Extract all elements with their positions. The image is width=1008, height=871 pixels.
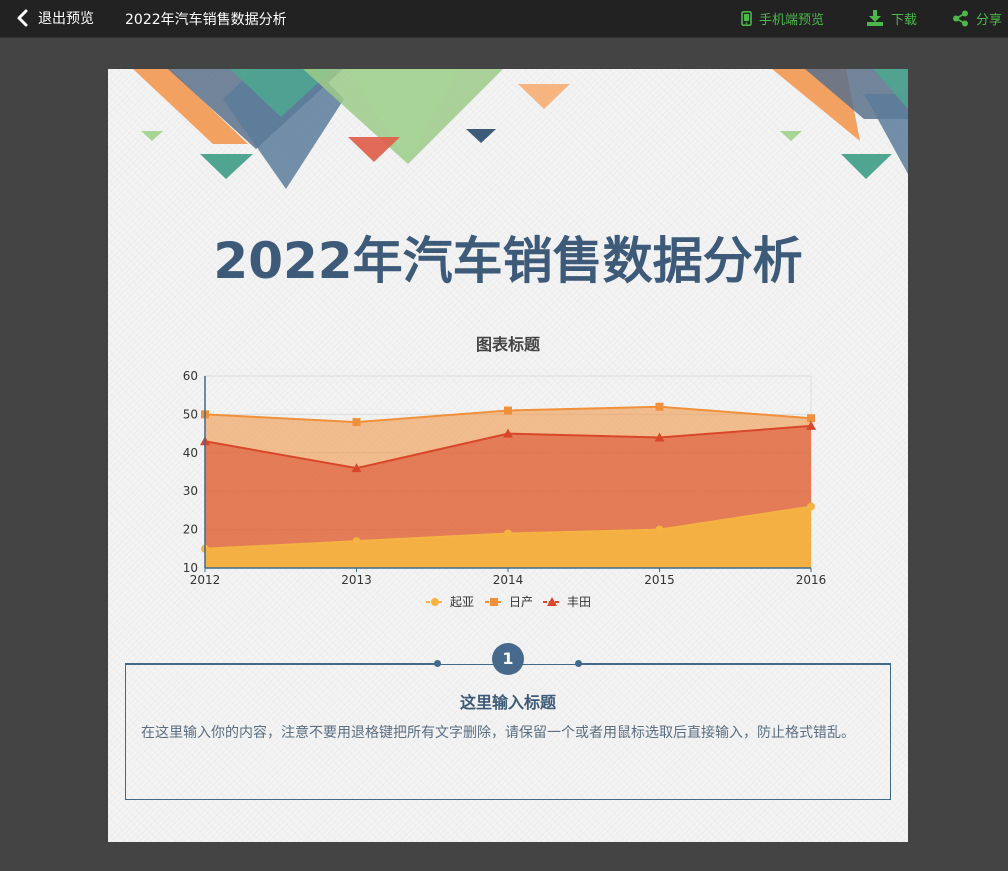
data-point xyxy=(504,529,512,538)
share-button[interactable]: 分享 xyxy=(952,8,1002,28)
data-point xyxy=(352,537,361,546)
section-number-badge: 1 xyxy=(492,643,524,675)
download-button[interactable]: 下载 xyxy=(866,8,917,28)
section-divider-right-dot xyxy=(575,660,582,667)
section-divider-left xyxy=(125,663,438,664)
x-tick-label: 2013 xyxy=(341,573,372,587)
main-title[interactable]: 2022年汽车销售数据分析 xyxy=(108,221,908,293)
download-label: 下载 xyxy=(891,12,918,28)
share-icon xyxy=(953,10,968,26)
legend-label: 日产 xyxy=(509,595,533,609)
legend-label: 丰田 xyxy=(567,595,591,609)
preview-toolbar: 退出预览 2022年汽车销售数据分析 手机端预览 下载 分享 xyxy=(0,0,1008,38)
legend-label: 起亚 xyxy=(450,595,474,609)
x-tick-label: 2015 xyxy=(644,573,675,587)
section-title[interactable]: 这里输入标题 xyxy=(108,689,908,713)
document-title: 2022年汽车销售数据分析 xyxy=(125,12,287,28)
mobile-phone-icon xyxy=(741,10,752,26)
x-tick-label: 2012 xyxy=(190,573,221,587)
x-tick-label: 2014 xyxy=(493,573,524,587)
geometric-triangle-decoration xyxy=(133,69,908,189)
sales-area-chart[interactable]: 1020304050602012 2013 2014 2015 2016起亚 日产 丰田 xyxy=(168,364,828,619)
section-divider-right xyxy=(578,663,891,664)
x-tick-label: 2016 xyxy=(796,573,827,587)
data-point xyxy=(655,402,664,411)
data-point xyxy=(807,502,815,511)
y-tick-label: 50 xyxy=(183,407,198,421)
share-label: 分享 xyxy=(976,12,1003,28)
mobile-preview-button[interactable]: 手机端预览 xyxy=(741,8,824,28)
data-point xyxy=(352,418,361,427)
y-tick-label: 60 xyxy=(183,369,198,383)
section-divider-left-dot xyxy=(434,660,441,667)
chart-title: 图表标题 xyxy=(475,335,540,354)
data-point xyxy=(504,406,512,415)
slide-page: 2022年汽车销售数据分析 图表标题 10 20 30 40 50 60 2012 2013 2… xyxy=(108,69,908,842)
y-tick-label: 40 xyxy=(183,446,198,460)
chevron-left-icon xyxy=(17,9,28,27)
y-tick-label: 20 xyxy=(183,523,198,537)
section-body-text[interactable]: 在这里输入你的内容，注意不要用退格键把所有文字删除，请保留一个或者用鼠标选取后直… xyxy=(141,721,871,745)
data-point xyxy=(655,525,664,534)
download-icon xyxy=(867,10,883,26)
exit-preview-label: 退出预览 xyxy=(38,11,94,27)
exit-preview-button[interactable]: 退出预览 xyxy=(14,8,94,28)
legend-marker xyxy=(490,598,498,606)
mobile-preview-label: 手机端预览 xyxy=(759,12,825,28)
y-tick-label: 30 xyxy=(183,484,198,498)
legend-marker xyxy=(431,598,439,606)
